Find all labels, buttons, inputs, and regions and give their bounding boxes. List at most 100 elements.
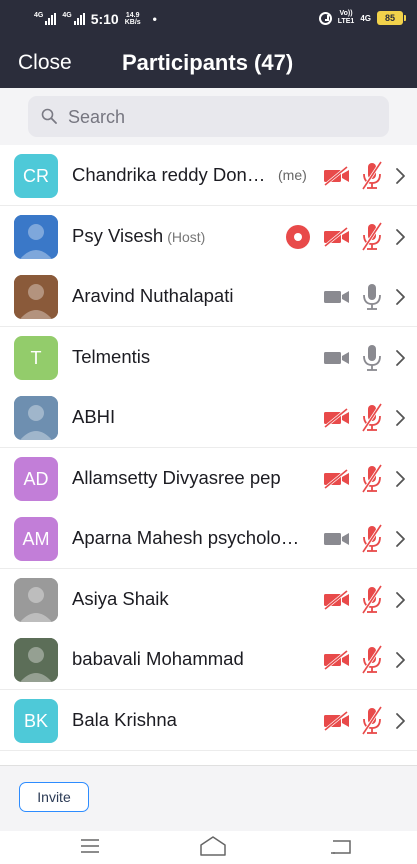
participant-name-text: ABHI (72, 406, 116, 427)
network-speed: 14.9 KB/s (125, 12, 141, 26)
participant-name: babavali Mohammad (72, 648, 244, 670)
signal-label: 4G (34, 12, 44, 19)
notification-dot: • (152, 12, 157, 26)
me-label: (me) (278, 167, 307, 183)
home-icon[interactable] (199, 835, 227, 857)
video-off-icon (324, 649, 349, 671)
participant-name: Allamsetty Divyasree pep (72, 467, 281, 489)
mic-muted-icon (361, 524, 383, 553)
chevron-right-icon (396, 712, 405, 729)
avatar (14, 577, 58, 622)
video-icon (324, 351, 349, 364)
chevron-right-icon (396, 410, 405, 426)
participant-row[interactable]: babavali Mohammad (0, 629, 417, 690)
participant-name: Asiya Shaik (72, 588, 169, 610)
status-right: Vo)) LTE1 4G 85 (318, 10, 406, 26)
volte-bottom: LTE1 (337, 18, 355, 25)
back-icon[interactable] (330, 839, 352, 855)
chevron-right-icon (396, 652, 405, 668)
participant-name-text: Aravind Nuthalapati (72, 285, 234, 306)
alarm-icon (318, 11, 332, 25)
participant-row[interactable]: Asiya Shaik (0, 568, 417, 630)
participant-row[interactable]: AD Allamsetty Divyasree pep (0, 447, 417, 509)
participant-row[interactable]: AM Aparna Mahesh psycholo… (0, 508, 417, 569)
signal-label: 4G (62, 12, 72, 19)
chevron-right-icon (396, 168, 405, 184)
participant-name-text: Asiya Shaik (72, 587, 169, 609)
chevron-right-icon (396, 228, 405, 245)
avatar (14, 275, 58, 319)
participant-row[interactable]: Psy Visesh (Host) (0, 205, 417, 267)
participant-name: Aravind Nuthalapati (72, 285, 233, 307)
profile-photo (14, 275, 58, 319)
participant-row[interactable]: CR Chandrika reddy Don… (me) (0, 145, 417, 206)
close-button[interactable]: Close (18, 51, 72, 75)
speed-unit: KB/s (124, 19, 141, 26)
search-box[interactable] (28, 96, 389, 137)
menu-icon[interactable] (80, 839, 100, 853)
video-icon (324, 291, 349, 303)
battery-icon: 85 (377, 11, 406, 25)
host-badge: (Host) (167, 228, 206, 245)
mic-muted-icon (361, 161, 383, 190)
video-icon (324, 533, 349, 545)
participant-name: Bala Krishna (72, 709, 177, 731)
volte-top: Vo)) (339, 10, 353, 17)
recording-icon (286, 224, 310, 249)
avatar: AD (14, 456, 58, 501)
mic-muted-icon (361, 463, 383, 493)
video-off-icon (324, 226, 349, 247)
signal-icon: 4G (62, 12, 85, 25)
search-input[interactable] (68, 105, 368, 129)
video-off-icon (324, 710, 349, 731)
status-bar: 4G 4G 5:10 14.9 KB/s • Vo)) LTE1 4G 85 (0, 0, 417, 38)
page-title: Participants (47) (122, 50, 294, 75)
participant-row[interactable]: Aravind Nuthalapati (0, 266, 417, 327)
avatar: CR (14, 154, 58, 198)
avatar: BK (14, 698, 58, 743)
search-icon (41, 108, 57, 124)
mic-muted-icon (361, 403, 383, 432)
participant-name: Telmentis (72, 346, 150, 368)
participant-name: ABHI (72, 406, 115, 428)
video-off-icon (324, 165, 349, 187)
chevron-right-icon (396, 349, 405, 366)
participant-name-text: Chandrika reddy Don… (72, 164, 266, 185)
avatar: AM (14, 517, 58, 561)
mic-muted-icon (361, 645, 383, 674)
invite-button[interactable]: Invite (19, 782, 89, 812)
mic-muted-icon (361, 221, 383, 251)
system-nav-bar (0, 831, 417, 864)
profile-photo (14, 396, 58, 440)
profile-photo (14, 638, 58, 682)
profile-photo (14, 214, 58, 259)
avatar (14, 214, 58, 259)
mic-muted-icon (361, 584, 383, 614)
video-off-icon (324, 468, 349, 489)
volte-indicator: Vo)) LTE1 (338, 10, 355, 26)
participant-name-text: Psy Visesh (72, 224, 164, 246)
participant-name: Aparna Mahesh psycholo… (72, 527, 299, 549)
participant-name-text: Aparna Mahesh psycholo… (72, 527, 300, 548)
participant-name-text: Telmentis (72, 345, 151, 367)
avatar (14, 396, 58, 440)
avatar (14, 638, 58, 682)
participant-name: Chandrika reddy Don… (72, 164, 265, 186)
participant-row[interactable]: T Telmentis (0, 326, 417, 388)
chevron-right-icon (396, 289, 405, 305)
participant-list[interactable]: CR Chandrika reddy Don… (me) Psy Visesh (Hos… (0, 145, 417, 765)
speed-value: 14.9 (125, 12, 140, 19)
participant-name-text: Bala Krishna (72, 708, 177, 730)
status-time: 5:10 (90, 11, 119, 27)
participant-row[interactable]: BK Bala Krishna (0, 689, 417, 751)
signal-icon: 4G (34, 12, 57, 25)
video-off-icon (324, 589, 349, 610)
profile-photo (14, 577, 58, 622)
participant-name-text: babavali Mohammad (72, 648, 244, 669)
participant-name-text: Allamsetty Divyasree pep (72, 466, 281, 488)
participant-row[interactable]: ABHI (0, 387, 417, 448)
chevron-right-icon (396, 531, 405, 547)
avatar: T (14, 335, 58, 380)
mic-icon (363, 284, 381, 310)
participant-name: Psy Visesh (Host) (72, 225, 205, 247)
